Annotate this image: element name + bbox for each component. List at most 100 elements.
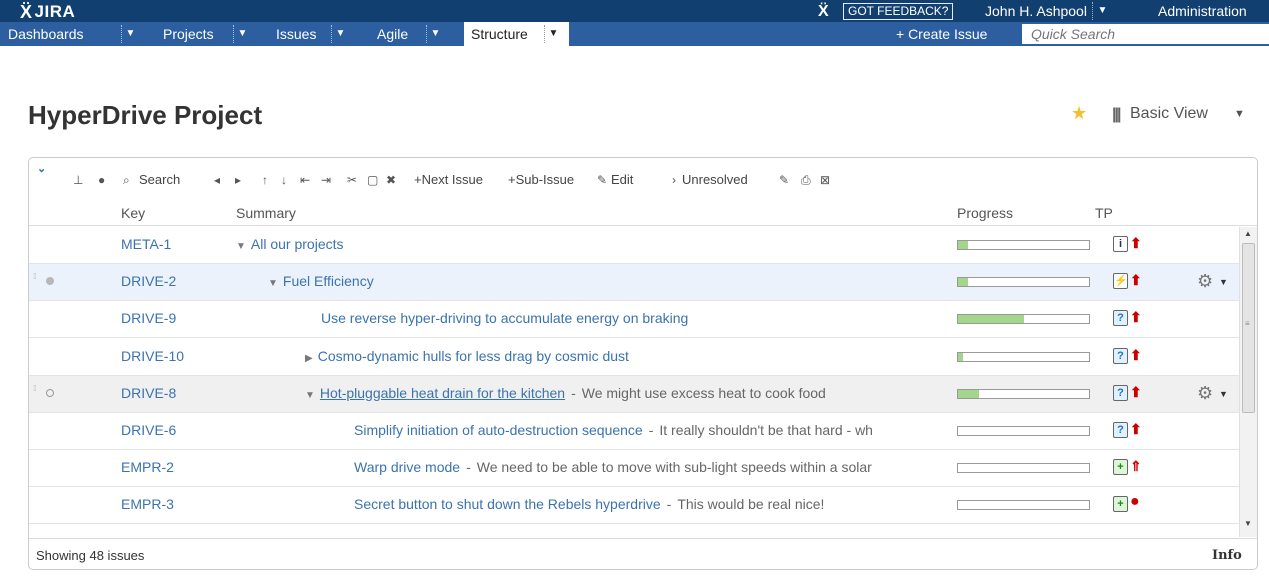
nav-projects-dropdown-icon[interactable]: ▼ bbox=[233, 25, 251, 43]
column-header-tp[interactable]: TP bbox=[1095, 205, 1113, 221]
administration-link[interactable]: Administration bbox=[1158, 2, 1247, 20]
issue-summary[interactable]: Warp drive mode bbox=[354, 459, 460, 475]
blocker-priority-icon: ● bbox=[1130, 493, 1140, 511]
expand-down-icon[interactable]: ▼ bbox=[305, 390, 315, 401]
favorite-star-icon[interactable]: ★ bbox=[1071, 103, 1087, 124]
pin-icon[interactable]: ⊥ bbox=[73, 172, 83, 188]
history-icon[interactable]: ● bbox=[98, 172, 105, 188]
print-icon[interactable]: ⎙ bbox=[801, 172, 811, 188]
indent-icon[interactable]: ⇥ bbox=[321, 172, 331, 188]
move-down-icon[interactable]: ↓ bbox=[281, 172, 287, 188]
issue-summary-cell: Use reverse hyper-driving to accumulate … bbox=[321, 310, 688, 326]
quick-search-input[interactable] bbox=[1022, 24, 1269, 44]
info-link[interactable]: Info bbox=[1212, 548, 1242, 563]
nav-agile-dropdown-icon[interactable]: ▼ bbox=[426, 25, 444, 43]
feedback-button[interactable]: GOT FEEDBACK? bbox=[843, 3, 954, 20]
table-row[interactable]: META-1 ▼ All our projects i ⬆ bbox=[29, 227, 1239, 264]
row-actions-dropdown-icon[interactable]: ▼ bbox=[1219, 277, 1228, 287]
issue-key[interactable]: DRIVE-10 bbox=[121, 348, 184, 364]
row-actions-dropdown-icon[interactable]: ▼ bbox=[1219, 389, 1228, 399]
scrollbar-thumb[interactable]: ≡ bbox=[1242, 243, 1255, 413]
drag-handle-icon[interactable]: ⁞⁞ bbox=[33, 273, 39, 291]
improvement-type-icon: ? bbox=[1113, 384, 1128, 401]
issue-key[interactable]: META-1 bbox=[121, 236, 171, 252]
table-scrollbar[interactable]: ▲ ≡ ▼ bbox=[1239, 227, 1257, 537]
view-selector[interactable]: Basic View bbox=[1130, 105, 1208, 123]
issue-description: We need to be able to move with sub-ligh… bbox=[476, 459, 872, 476]
user-menu[interactable]: John H. Ashpool bbox=[985, 2, 1087, 20]
feedback-icon[interactable]: Ẍ bbox=[818, 3, 829, 21]
nav-dashboards-dropdown-icon[interactable]: ▼ bbox=[121, 25, 139, 43]
issue-summary[interactable]: Simplify initiation of auto-destruction … bbox=[354, 422, 643, 438]
issue-summary[interactable]: Cosmo-dynamic hulls for less drag by cos… bbox=[318, 348, 629, 364]
scroll-down-icon[interactable]: ▼ bbox=[1244, 519, 1252, 528]
progress-bar bbox=[957, 426, 1090, 436]
move-left-icon[interactable]: ◂ bbox=[214, 172, 220, 188]
view-columns-icon[interactable]: ||| bbox=[1112, 106, 1122, 124]
table-row[interactable]: EMPR-2 Warp drive mode - We need to be able… bbox=[29, 450, 1239, 488]
issue-summary[interactable]: Secret button to shut down the Rebels hy… bbox=[354, 496, 661, 512]
user-menu-dropdown-icon[interactable]: ▼ bbox=[1092, 2, 1112, 20]
column-header-progress[interactable]: Progress bbox=[957, 205, 1013, 221]
unresolved-filter-button[interactable]: Unresolved bbox=[682, 172, 748, 188]
table-row[interactable]: DRIVE-9 Use reverse hyper-driving to accu… bbox=[29, 301, 1239, 339]
page-title: HyperDrive Project bbox=[28, 100, 263, 130]
paste-icon[interactable]: ▢ bbox=[367, 172, 378, 188]
row-select-icon[interactable] bbox=[46, 388, 54, 397]
nav-structure-dropdown-icon[interactable]: ▼ bbox=[544, 25, 562, 43]
drag-handle-icon[interactable]: ⁞⁞ bbox=[33, 384, 39, 403]
move-right-icon[interactable]: ▸ bbox=[235, 172, 241, 188]
table-row[interactable]: EMPR-3 Secret button to shut down the Reb… bbox=[29, 487, 1239, 525]
row-actions-gear-icon[interactable]: ⚙ bbox=[1197, 271, 1213, 292]
jira-logo[interactable]: Ẍ JIRA bbox=[20, 2, 75, 22]
issue-summary[interactable]: Fuel Efficiency bbox=[283, 273, 374, 289]
column-header-summary[interactable]: Summary bbox=[236, 205, 296, 221]
nav-agile[interactable]: Agile bbox=[377, 22, 408, 46]
table-row[interactable]: DRIVE-6 Simplify initiation of auto-destr… bbox=[29, 413, 1239, 450]
column-header-key[interactable]: Key bbox=[121, 205, 145, 221]
expand-down-icon[interactable]: ▼ bbox=[236, 241, 246, 252]
nav-issues-dropdown-icon[interactable]: ▼ bbox=[331, 25, 349, 43]
scroll-up-icon[interactable]: ▲ bbox=[1244, 229, 1252, 238]
issue-key[interactable]: EMPR-3 bbox=[121, 496, 174, 512]
bulk-edit-icon[interactable]: ✎ bbox=[779, 172, 789, 188]
collapse-toolbar-icon[interactable]: ⌄ bbox=[37, 162, 46, 175]
table-row[interactable]: ⁞⁞ DRIVE-8 ▼ Hot-pluggable heat drain for t… bbox=[29, 375, 1239, 413]
create-issue-button[interactable]: + Create Issue bbox=[896, 22, 987, 46]
view-selector-dropdown-icon[interactable]: ▼ bbox=[1234, 108, 1245, 120]
issue-key[interactable]: EMPR-2 bbox=[121, 459, 174, 475]
main-nav: Dashboards ▼ Projects ▼ Issues ▼ Agile ▼… bbox=[0, 22, 1269, 46]
edit-button[interactable]: Edit bbox=[611, 172, 633, 188]
structure-toolbar: ⌄ ⊥ ● ⌕ Search ◂ ▸ ↑ ↓ ⇤ ⇥ ✂ ▢ ✖ +Next I… bbox=[29, 158, 1257, 198]
major-priority-icon: ⬆ bbox=[1130, 272, 1142, 289]
sub-issue-button[interactable]: +Sub-Issue bbox=[508, 172, 574, 188]
cut-icon[interactable]: ✂ bbox=[347, 172, 357, 188]
issue-key[interactable]: DRIVE-8 bbox=[121, 385, 176, 401]
table-row[interactable]: DRIVE-10 ▶ Cosmo-dynamic hulls for less dr… bbox=[29, 339, 1239, 376]
nav-projects[interactable]: Projects bbox=[163, 22, 214, 46]
search-button[interactable]: Search bbox=[139, 172, 180, 188]
nav-dashboards[interactable]: Dashboards bbox=[8, 22, 84, 46]
issue-key[interactable]: DRIVE-2 bbox=[121, 273, 176, 289]
progress-bar-fill bbox=[958, 241, 968, 249]
nav-issues[interactable]: Issues bbox=[276, 22, 316, 46]
move-up-icon[interactable]: ↑ bbox=[262, 172, 268, 188]
expand-right-icon[interactable]: ▶ bbox=[305, 353, 313, 364]
excel-export-icon[interactable]: ⊠ bbox=[820, 172, 830, 188]
row-actions-gear-icon[interactable]: ⚙ bbox=[1197, 383, 1213, 404]
issue-key[interactable]: DRIVE-9 bbox=[121, 310, 176, 326]
issue-summary[interactable]: Use reverse hyper-driving to accumulate … bbox=[321, 310, 688, 326]
issue-key[interactable]: DRIVE-6 bbox=[121, 422, 176, 438]
issue-summary[interactable]: All our projects bbox=[251, 236, 344, 252]
expand-down-icon[interactable]: ▼ bbox=[268, 278, 278, 289]
next-issue-button[interactable]: +Next Issue bbox=[414, 172, 483, 188]
row-select-icon[interactable] bbox=[46, 277, 54, 286]
table-row[interactable]: ⁞⁞ DRIVE-2 ▼ Fuel Efficiency ⚡ ⬆ ⚙ ▼ bbox=[29, 264, 1239, 302]
outdent-icon[interactable]: ⇤ bbox=[300, 172, 310, 188]
remove-icon[interactable]: ✖ bbox=[386, 172, 396, 188]
summary-separator: - bbox=[666, 496, 672, 513]
search-icon[interactable]: ⌕ bbox=[123, 172, 130, 188]
progress-bar bbox=[957, 463, 1090, 474]
nav-structure[interactable]: Structure ▼ bbox=[464, 22, 569, 46]
issue-summary[interactable]: Hot-pluggable heat drain for the kitchen bbox=[320, 385, 565, 401]
